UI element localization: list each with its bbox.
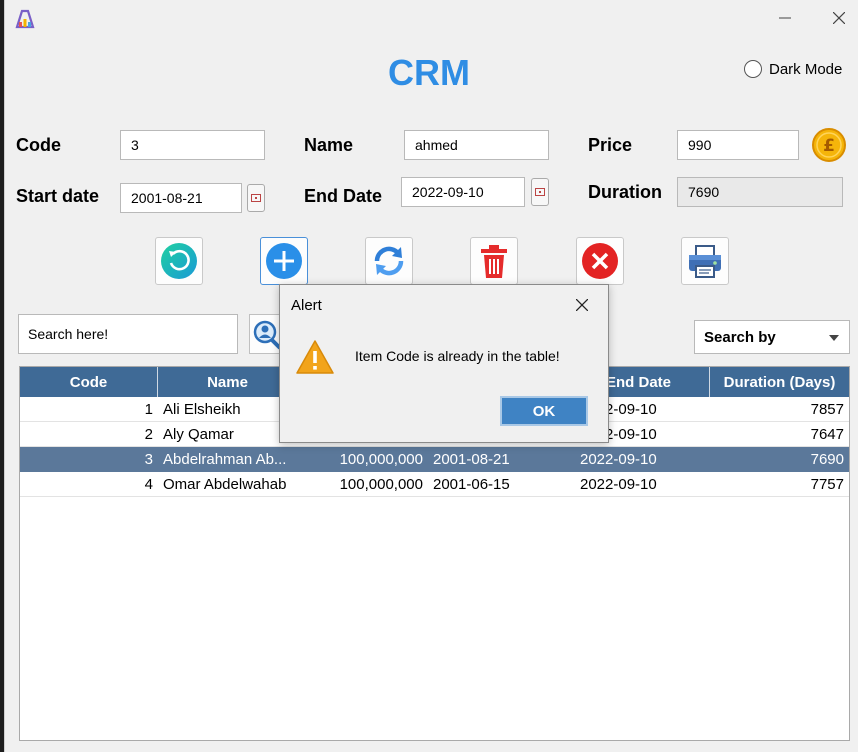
table-row-selected[interactable]: 3 Abdelrahman Ab... 100,000,000 2001-08-… [20,447,849,472]
cell-name: Ali Elsheikh [163,400,241,418]
cell-duration: 7647 [810,425,844,443]
refresh-icon [374,246,404,276]
price-label: Price [588,135,633,155]
end-date-input[interactable]: 2022-09-10 [401,177,525,207]
code-label: Code [16,135,61,155]
cell-name: Omar Abdelwahab [163,475,287,493]
reset-icon [161,243,197,279]
chevron-down-icon [829,335,839,341]
close-icon [833,12,845,24]
end-date-label: End Date [304,186,383,206]
name-input[interactable]: ahmed [404,130,549,160]
start-date-picker-button[interactable] [247,184,265,212]
minimize-button[interactable] [772,8,798,28]
table-row[interactable]: 4 Omar Abdelwahab 100,000,000 2001-06-15… [20,472,849,497]
page-title: CRM [388,52,470,93]
reset-button[interactable] [155,237,203,285]
code-input[interactable]: 3 [120,130,265,160]
calendar-icon [535,188,545,196]
app-logo-icon [15,9,35,29]
duration-label: Duration [588,182,662,202]
cell-end-date: 2022-09-10 [580,475,657,493]
dialog-message: Item Code is already in the table! [355,348,560,364]
cancel-icon [582,243,618,279]
print-button[interactable] [681,237,729,285]
pound-coin-icon: £ [812,128,846,162]
cell-start-date: 2001-08-21 [433,450,510,468]
printer-icon [689,245,721,278]
dialog-close-button[interactable] [571,294,593,316]
add-button[interactable] [260,237,308,285]
search-input[interactable]: Search here! [18,314,238,354]
minimize-icon [779,17,791,19]
ok-button[interactable]: OK [500,396,588,426]
duration-field: 7690 [677,177,843,207]
start-date-input[interactable]: 2001-08-21 [120,183,242,213]
search-by-label: Search by [704,328,776,346]
update-button[interactable] [365,237,413,285]
column-header-code[interactable]: Code [20,367,158,397]
dark-mode-label[interactable]: Dark Mode [769,61,842,78]
cell-code: 1 [144,400,153,418]
clear-button[interactable] [576,237,624,285]
svg-text:£: £ [823,136,835,156]
column-header-duration[interactable]: Duration (Days) [710,367,849,397]
dialog-title: Alert [291,297,322,314]
close-window-button[interactable] [826,8,852,28]
alert-dialog: Alert Item Code is already in the table!… [279,284,609,443]
start-date-label: Start date [16,186,100,206]
column-header-name[interactable]: Name [158,367,298,397]
cell-start-date: 2001-06-15 [433,475,510,493]
delete-button[interactable] [470,237,518,285]
cell-code: 4 [144,475,153,493]
cell-duration: 7757 [810,475,844,493]
name-label: Name [304,135,354,155]
price-input[interactable]: 990 [677,130,799,160]
cell-name: Abdelrahman Ab... [163,450,287,468]
dark-mode-radio[interactable] [744,60,762,78]
search-button[interactable] [249,314,283,354]
cell-code: 3 [144,450,153,468]
cell-price: 100,000,000 [339,475,423,493]
warning-icon [296,340,334,374]
search-by-dropdown[interactable]: Search by [694,320,850,354]
cell-duration: 7857 [810,400,844,418]
cell-name: Aly Qamar [163,425,234,443]
end-date-picker-button[interactable] [531,178,549,206]
window-border [4,0,5,752]
close-icon [576,299,588,311]
plus-icon [266,243,302,279]
cell-duration: 7690 [810,450,844,468]
calendar-icon [251,194,261,202]
trash-icon [481,245,507,278]
cell-code: 2 [144,425,153,443]
cell-price: 100,000,000 [339,450,423,468]
cell-end-date: 2022-09-10 [580,450,657,468]
